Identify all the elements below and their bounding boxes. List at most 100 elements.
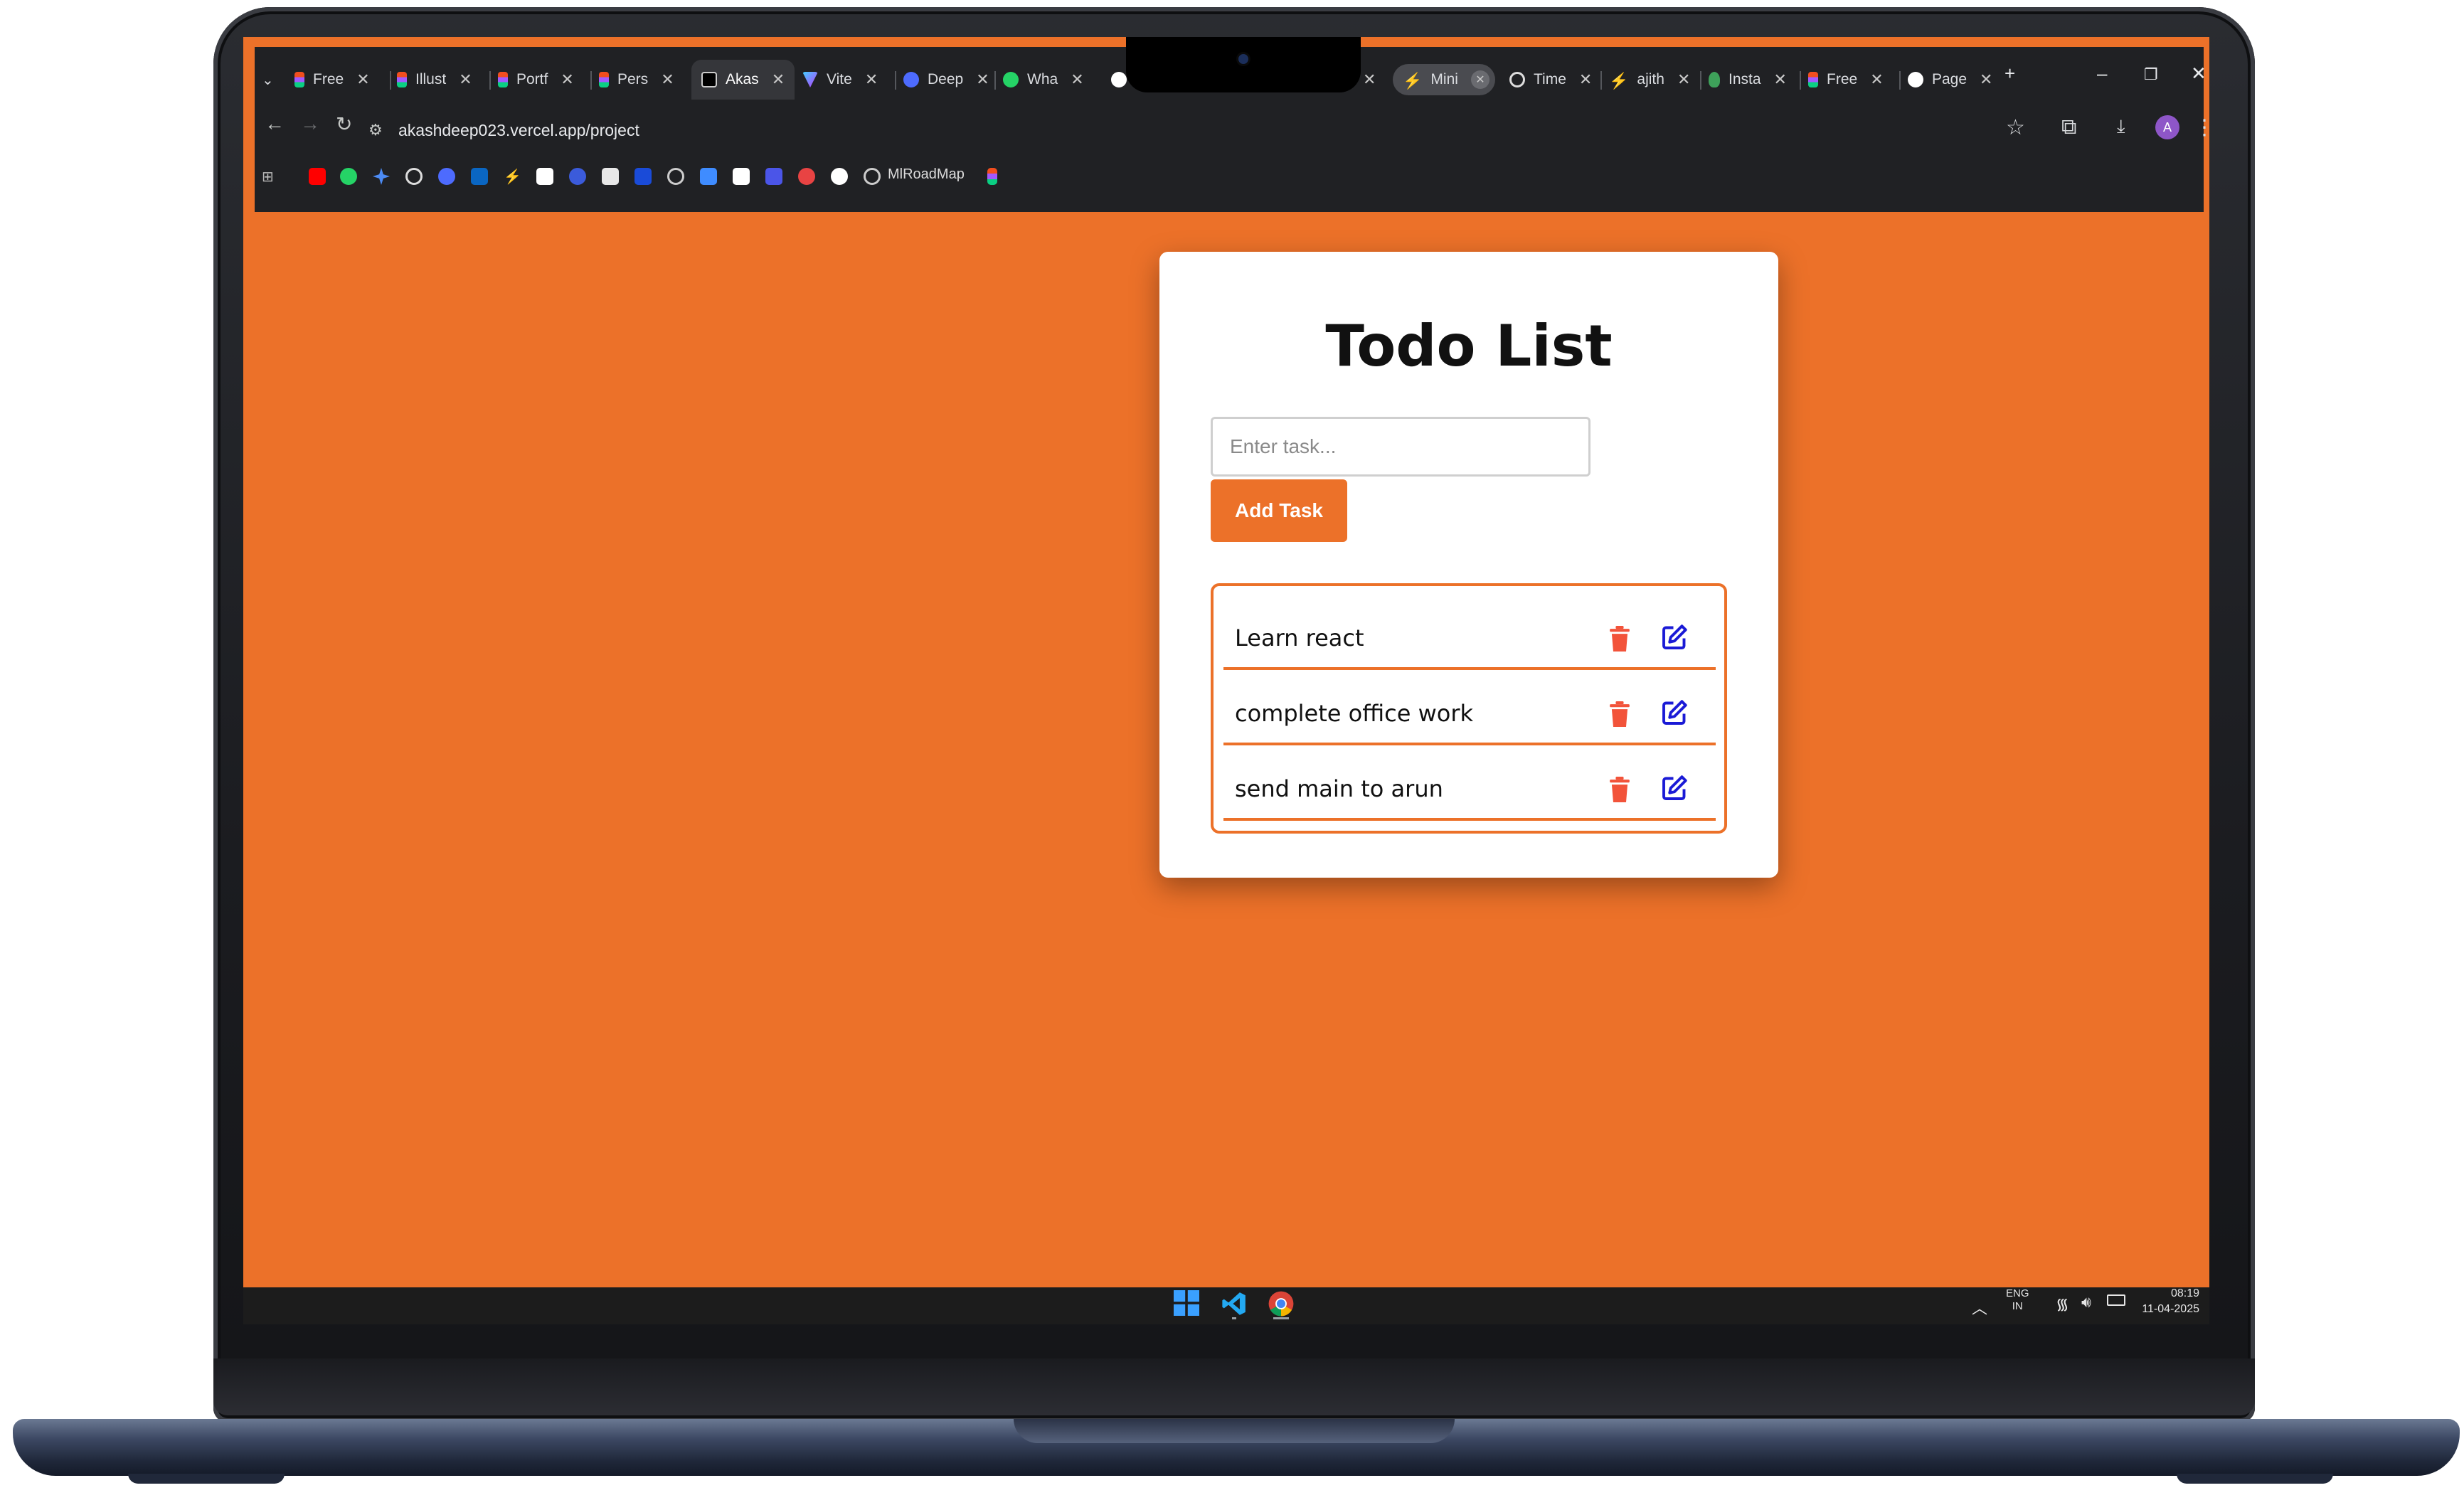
close-icon[interactable]: ✕ xyxy=(1363,70,1376,89)
tab-2[interactable]: Portf ✕ xyxy=(488,60,574,100)
battery-icon[interactable] xyxy=(2107,1294,2125,1306)
typeform-icon[interactable] xyxy=(733,168,750,185)
trash-icon[interactable] xyxy=(1608,777,1632,802)
meet-icon[interactable] xyxy=(569,168,586,185)
trash-icon[interactable] xyxy=(1608,626,1632,652)
tab-11[interactable]: Insta ✕ xyxy=(1699,60,1787,100)
new-tab-button[interactable]: + xyxy=(2004,63,2015,85)
download-icon[interactable]: ⤓ xyxy=(2117,115,2125,138)
screen-bottom-bezel xyxy=(213,1358,2255,1415)
close-icon[interactable]: ✕ xyxy=(1677,70,1690,89)
edit-icon[interactable] xyxy=(1662,624,1687,650)
window-close-button[interactable]: ✕ xyxy=(2191,63,2207,85)
address-bar[interactable]: ⚙ akashdeep023.vercel.app/project xyxy=(368,112,2189,148)
tab-3[interactable]: Pers ✕ xyxy=(589,60,674,100)
openai-icon[interactable] xyxy=(405,168,423,185)
tab-6[interactable]: Deep ✕ xyxy=(893,60,989,100)
deepseek-icon[interactable] xyxy=(438,168,455,185)
close-icon[interactable]: ✕ xyxy=(1980,70,1992,89)
avatar[interactable]: A xyxy=(2155,115,2179,139)
tab-8[interactable]: ⚡ Mini ✕ xyxy=(1393,64,1495,95)
figma-icon[interactable] xyxy=(987,168,997,185)
docs-icon[interactable] xyxy=(602,168,619,185)
chrome-icon[interactable] xyxy=(1268,1290,1295,1317)
reload-button[interactable]: ↻ xyxy=(336,112,352,136)
unstop-icon[interactable] xyxy=(634,168,652,185)
tab-12[interactable]: Free ✕ xyxy=(1798,60,1884,100)
chrome-running-indicator xyxy=(1273,1317,1289,1319)
task-text: complete office work xyxy=(1235,700,1474,727)
close-icon[interactable]: ✕ xyxy=(772,70,785,89)
url-text[interactable]: akashdeep023.vercel.app/project xyxy=(398,121,639,140)
github-icon[interactable] xyxy=(831,168,848,185)
task-text: Learn react xyxy=(1235,624,1364,652)
notion-icon[interactable] xyxy=(536,168,553,185)
menu-icon[interactable]: ⋮ xyxy=(2194,115,2209,140)
bolt-icon: ⚡ xyxy=(1403,72,1423,90)
close-icon[interactable]: ✕ xyxy=(1579,70,1592,89)
wifi-icon[interactable]: ᯾ xyxy=(2056,1293,2069,1314)
bookmark-site-icon[interactable] xyxy=(765,168,782,185)
vscode-icon[interactable] xyxy=(1221,1290,1248,1317)
youtube-icon[interactable] xyxy=(309,168,326,185)
close-icon[interactable]: ✕ xyxy=(865,70,878,89)
close-icon[interactable]: ✕ xyxy=(976,70,989,89)
azure-icon[interactable] xyxy=(700,168,717,185)
page-title: Todo List xyxy=(1325,313,1613,379)
close-icon[interactable]: ✕ xyxy=(1870,70,1883,89)
tab-search-button[interactable]: ⌄ xyxy=(255,60,274,100)
tab-5[interactable]: Vite ✕ xyxy=(792,60,878,100)
bolt-icon[interactable]: ⚡ xyxy=(504,168,521,185)
site-settings-icon[interactable]: ⚙ xyxy=(368,121,387,139)
minimize-button[interactable]: – xyxy=(2097,63,2107,85)
list-item: Learn react xyxy=(1223,596,1716,670)
task-input[interactable] xyxy=(1211,417,1591,477)
clock[interactable]: 08:19 11-04-2025 xyxy=(2133,1286,2199,1317)
edit-icon[interactable] xyxy=(1662,775,1687,801)
globe-icon[interactable] xyxy=(864,168,881,185)
tab-label: Mini xyxy=(1430,71,1458,87)
close-icon[interactable]: ✕ xyxy=(1470,70,1489,89)
tab-1[interactable]: Illust ✕ xyxy=(387,60,472,100)
instagram-icon xyxy=(1709,72,1720,87)
figma-icon xyxy=(599,72,609,87)
close-icon[interactable]: ✕ xyxy=(561,70,573,89)
tab-0[interactable]: Free ✕ xyxy=(285,60,370,100)
tab-label: Illust xyxy=(415,71,447,87)
gemini-icon[interactable] xyxy=(373,168,390,185)
globe-icon[interactable] xyxy=(667,168,684,185)
add-task-button[interactable]: Add Task xyxy=(1211,479,1347,542)
trash-icon[interactable] xyxy=(1608,701,1632,727)
close-icon[interactable]: ✕ xyxy=(661,70,674,89)
camera-notch xyxy=(1126,37,1361,92)
close-icon[interactable]: ✕ xyxy=(356,70,369,89)
close-icon[interactable]: ✕ xyxy=(459,70,472,89)
chevron-up-icon[interactable]: ︿ xyxy=(1972,1296,1987,1319)
linkedin-icon[interactable] xyxy=(471,168,488,185)
task-list: Learn react complete office work send ma… xyxy=(1211,583,1727,834)
tab-10[interactable]: ⚡ ajith ✕ xyxy=(1599,60,1690,100)
region-code: IN xyxy=(2012,1300,2023,1312)
whatsapp-icon[interactable] xyxy=(340,168,357,185)
tab-label: Time xyxy=(1534,71,1566,87)
bookmark-mlroadmap[interactable]: MlRoadMap xyxy=(888,166,965,183)
close-icon[interactable]: ✕ xyxy=(1774,70,1787,89)
bookmark-star-icon[interactable]: ☆ xyxy=(2006,115,2025,140)
edit-icon[interactable] xyxy=(1662,700,1687,725)
tab-4[interactable]: Akas ✕ xyxy=(691,60,795,100)
tab-9[interactable]: Time ✕ xyxy=(1499,60,1592,100)
list-item: complete office work xyxy=(1223,671,1716,745)
tab-7[interactable]: Wha ✕ xyxy=(993,60,1084,100)
apps-grid-icon[interactable]: ⊞ xyxy=(262,168,279,185)
windows-start-icon[interactable] xyxy=(1174,1290,1199,1316)
record-icon[interactable] xyxy=(798,168,815,185)
extensions-icon[interactable]: ⧉ xyxy=(2061,115,2076,139)
restore-button[interactable]: ❐ xyxy=(2144,65,2158,84)
forward-button[interactable]: → xyxy=(300,112,320,135)
back-button[interactable]: ← xyxy=(265,112,285,135)
volume-icon[interactable]: 🔊︎ xyxy=(2081,1293,2091,1312)
camera-icon xyxy=(1238,54,1248,64)
tab-13[interactable]: Page ✕ xyxy=(1898,60,1992,100)
language-indicator[interactable]: ENG IN xyxy=(2006,1287,2029,1313)
close-icon[interactable]: ✕ xyxy=(1071,70,1083,89)
